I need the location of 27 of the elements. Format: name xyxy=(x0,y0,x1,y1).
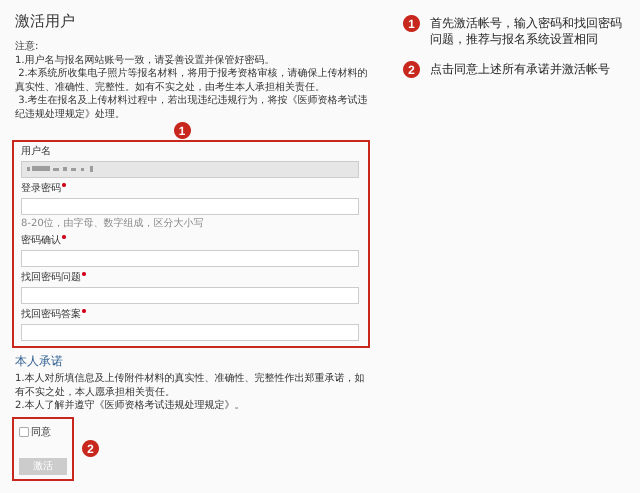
field-label: 找回密码答案 xyxy=(21,309,361,321)
field-label: 找回密码问题 xyxy=(21,272,361,284)
pledge-text: 2.本人了解并遵守《医师资格考试违规处理规定》。 xyxy=(15,399,246,412)
section-heading: 本人承诺 xyxy=(15,354,64,368)
field-label: 密码确认 xyxy=(21,235,361,247)
input-field[interactable] xyxy=(21,324,359,341)
checkbox-label[interactable]: 同意 xyxy=(31,424,51,438)
annotation-text: 点击同意上述所有承诺并激活帐号 xyxy=(430,61,611,77)
page-title: 激活用户 xyxy=(15,12,76,30)
notice-heading: 注意: xyxy=(15,40,40,54)
field-label: 用户名 xyxy=(21,146,52,158)
pledge-text: 1.本人对所填信息及上传附件材料的真实性、准确性、完整性作出郑重承诺，如有不实之处，本人愿承担相关责任。 xyxy=(15,372,366,399)
annotation-text: 首先激活帐号，输入密码和找回密码问题，推荐与报名系统设置相同 xyxy=(430,15,623,47)
notice-text: 3.考生在报名及上传材料过程中，若出现违纪违规行为，将按《医师资格考试违纪违规处理规定》处理。 xyxy=(15,94,369,121)
field-label: 登录密码 xyxy=(21,183,361,195)
number-badge: 2 xyxy=(403,61,420,78)
input-field[interactable] xyxy=(21,198,359,215)
notice-text: 1.用户名与报名网站账号一致，请妥善设置并保管好密码。 xyxy=(15,54,276,67)
number-badge: 1 xyxy=(403,15,420,32)
input-field[interactable] xyxy=(21,250,359,267)
field-hint: 8-20位，由字母、数字组成，区分大小写 xyxy=(21,218,205,230)
redacted-text xyxy=(26,165,96,173)
number-badge: 2 xyxy=(82,440,99,457)
number-badge: 1 xyxy=(174,122,190,139)
notice-text: 2.本系统所收集电子照片等报名材料，将用于报考资格审核，请确保上传材料的真实性、准确性、完整性。如有不实之处，由考生本人承担相关责任。 xyxy=(15,67,369,94)
agree-checkbox[interactable] xyxy=(19,426,29,436)
input-field[interactable] xyxy=(21,287,359,304)
